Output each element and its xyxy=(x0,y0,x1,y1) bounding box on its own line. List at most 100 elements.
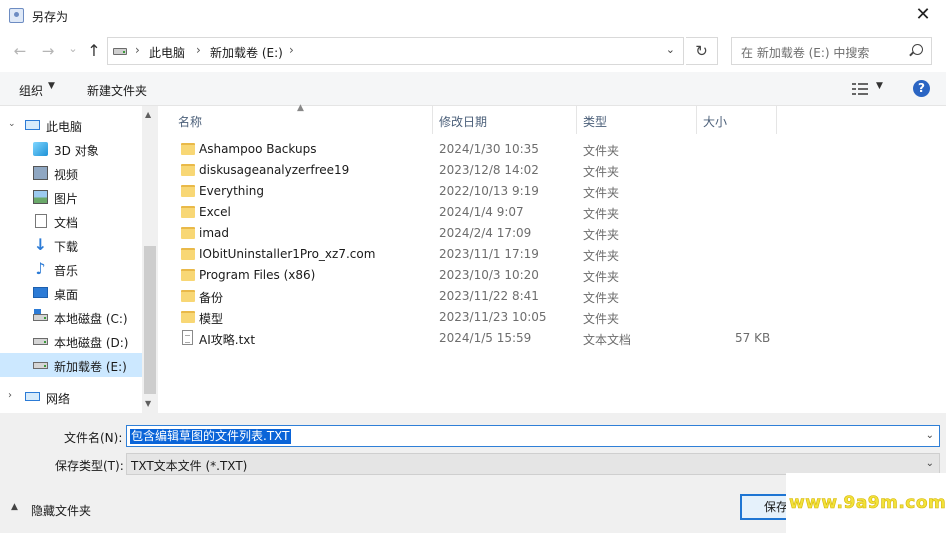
nav-label: 桌面 xyxy=(54,288,79,302)
chevron-right-icon[interactable]: › xyxy=(8,390,12,401)
organize-button[interactable]: 组织 xyxy=(19,82,43,99)
nav-label: 新加载卷 (E:) xyxy=(54,360,127,374)
drive-icon xyxy=(33,309,48,321)
breadcrumb-this-pc[interactable]: 此电脑 xyxy=(149,44,185,61)
list-item[interactable]: imad 2024/2/4 17:09 文件夹 xyxy=(158,223,946,244)
back-button[interactable]: ← xyxy=(10,41,30,61)
organize-caret-icon[interactable]: ▼ xyxy=(48,81,55,91)
sort-ascending-icon: ▲ xyxy=(297,103,304,113)
navigation-pane: ⌄ 此电脑 3D 对象 视频 图片 文档 ↓ 下载 ♪ 音乐 桌面 本地磁盘 (… xyxy=(0,106,158,413)
nav-label: 本地磁盘 (D:) xyxy=(54,336,129,350)
nav-label: 此电脑 xyxy=(46,120,83,134)
column-header-name[interactable]: 名称 xyxy=(178,113,202,130)
text-file-icon xyxy=(182,330,193,345)
recent-locations-button[interactable]: ⌄ xyxy=(63,39,83,59)
scroll-down-icon[interactable]: ▼ xyxy=(145,399,151,408)
nav-item-documents[interactable]: 文档 xyxy=(0,209,142,233)
view-caret-icon[interactable]: ▼ xyxy=(876,81,883,91)
file-date: 2024/1/30 10:35 xyxy=(439,142,539,156)
folder-icon xyxy=(181,206,195,218)
up-button[interactable]: ↑ xyxy=(84,41,104,61)
list-item[interactable]: diskusageanalyzerfree19 2023/12/8 14:02 … xyxy=(158,160,946,181)
drive-icon xyxy=(113,48,127,55)
file-type: 文件夹 xyxy=(583,207,620,221)
search-placeholder: 在 新加载卷 (E:) 中搜索 xyxy=(741,46,870,60)
list-item[interactable]: IObitUninstaller1Pro_xz7.com 2023/11/1 1… xyxy=(158,244,946,265)
column-divider[interactable] xyxy=(432,106,433,134)
scroll-up-icon[interactable]: ▲ xyxy=(145,110,151,119)
download-icon: ↓ xyxy=(33,235,48,254)
file-name: diskusageanalyzerfree19 xyxy=(199,163,350,177)
list-item[interactable]: Ashampoo Backups 2024/1/30 10:35 文件夹 xyxy=(158,139,946,160)
list-item[interactable]: 备份 2023/11/22 8:41 文件夹 xyxy=(158,286,946,307)
drive-icon xyxy=(33,362,48,369)
address-dropdown-chevron-icon[interactable]: ⌄ xyxy=(666,43,675,56)
refresh-button[interactable]: ↻ xyxy=(686,37,718,65)
nav-item-videos[interactable]: 视频 xyxy=(0,161,142,185)
hide-folders-label[interactable]: 隐藏文件夹 xyxy=(31,502,91,519)
address-bar[interactable]: › 此电脑 › 新加载卷 (E:) › ⌄ xyxy=(107,37,684,65)
nav-item-3d-objects[interactable]: 3D 对象 xyxy=(0,137,142,161)
nav-item-this-pc[interactable]: ⌄ 此电脑 xyxy=(0,113,142,137)
nav-item-network[interactable]: › 网络 xyxy=(0,385,142,409)
watermark: www.9a9m.com xyxy=(786,473,946,533)
file-type: 文件夹 xyxy=(583,144,620,158)
column-divider[interactable] xyxy=(696,106,697,134)
filetype-value: TXT文本文件 (*.TXT) xyxy=(131,459,248,473)
search-icon[interactable] xyxy=(912,44,923,55)
file-date: 2024/1/5 15:59 xyxy=(439,331,532,345)
list-item[interactable]: AI攻略.txt 2024/1/5 15:59 文本文档 57 KB xyxy=(158,328,946,349)
list-item[interactable]: Program Files (x86) 2023/10/3 10:20 文件夹 xyxy=(158,265,946,286)
column-divider[interactable] xyxy=(576,106,577,134)
close-button[interactable]: ✕ xyxy=(900,0,946,31)
chevron-down-icon[interactable]: ⌄ xyxy=(926,458,934,469)
view-options-icon[interactable] xyxy=(852,83,868,95)
column-divider[interactable] xyxy=(776,106,777,134)
list-item[interactable]: Everything 2022/10/13 9:19 文件夹 xyxy=(158,181,946,202)
filetype-select[interactable]: TXT文本文件 (*.TXT) ⌄ xyxy=(126,453,940,475)
breadcrumb-volume-e[interactable]: 新加载卷 (E:) xyxy=(210,44,283,61)
filetype-label: 保存类型(T): xyxy=(55,459,124,473)
help-icon[interactable]: ? xyxy=(913,80,930,97)
file-list: ▲ 名称 修改日期 类型 大小 Ashampoo Backups 2024/1/… xyxy=(158,103,946,413)
forward-button[interactable]: → xyxy=(38,41,58,61)
column-header-date[interactable]: 修改日期 xyxy=(439,113,487,130)
file-name: Program Files (x86) xyxy=(199,268,316,282)
breadcrumb-separator[interactable]: › xyxy=(289,43,294,57)
nav-item-drive-c[interactable]: 本地磁盘 (C:) xyxy=(0,305,142,329)
filename-value[interactable]: 包含编辑草图的文件列表.TXT xyxy=(130,429,291,444)
file-date: 2023/11/23 10:05 xyxy=(439,310,547,324)
nav-item-music[interactable]: ♪ 音乐 xyxy=(0,257,142,281)
nav-item-downloads[interactable]: ↓ 下载 xyxy=(0,233,142,257)
file-size: 57 KB xyxy=(735,331,771,345)
nav-scrollbar[interactable]: ▲ ▼ xyxy=(142,106,158,413)
list-item[interactable]: 模型 2023/11/23 10:05 文件夹 xyxy=(158,307,946,328)
video-icon xyxy=(33,166,48,180)
file-date: 2024/1/4 9:07 xyxy=(439,205,524,219)
scrollbar-thumb[interactable] xyxy=(144,246,156,394)
caret-up-icon[interactable]: ▲ xyxy=(11,502,18,512)
nav-item-drive-e[interactable]: 新加载卷 (E:) xyxy=(0,353,142,377)
network-icon xyxy=(25,392,40,401)
file-type: 文件夹 xyxy=(583,291,620,305)
nav-item-desktop[interactable]: 桌面 xyxy=(0,281,142,305)
nav-label: 3D 对象 xyxy=(54,144,99,158)
drive-icon xyxy=(33,338,48,345)
file-date: 2023/12/8 14:02 xyxy=(439,163,539,177)
column-header-type[interactable]: 类型 xyxy=(583,113,607,130)
filename-input[interactable]: 包含编辑草图的文件列表.TXT ⌄ xyxy=(126,425,940,447)
column-header-size[interactable]: 大小 xyxy=(703,113,727,130)
search-input[interactable]: 在 新加载卷 (E:) 中搜索 xyxy=(731,37,932,65)
nav-label: 网络 xyxy=(46,392,71,406)
folder-icon xyxy=(181,143,195,155)
file-name: 备份 xyxy=(199,291,224,305)
app-icon xyxy=(9,8,24,23)
chevron-down-icon[interactable]: ⌄ xyxy=(926,430,934,441)
list-item[interactable]: Excel 2024/1/4 9:07 文件夹 xyxy=(158,202,946,223)
nav-item-drive-d[interactable]: 本地磁盘 (D:) xyxy=(0,329,142,353)
file-name: Everything xyxy=(199,184,264,198)
chevron-down-icon[interactable]: ⌄ xyxy=(8,119,16,129)
new-folder-button[interactable]: 新建文件夹 xyxy=(87,82,147,99)
folder-icon xyxy=(181,290,195,302)
nav-item-pictures[interactable]: 图片 xyxy=(0,185,142,209)
